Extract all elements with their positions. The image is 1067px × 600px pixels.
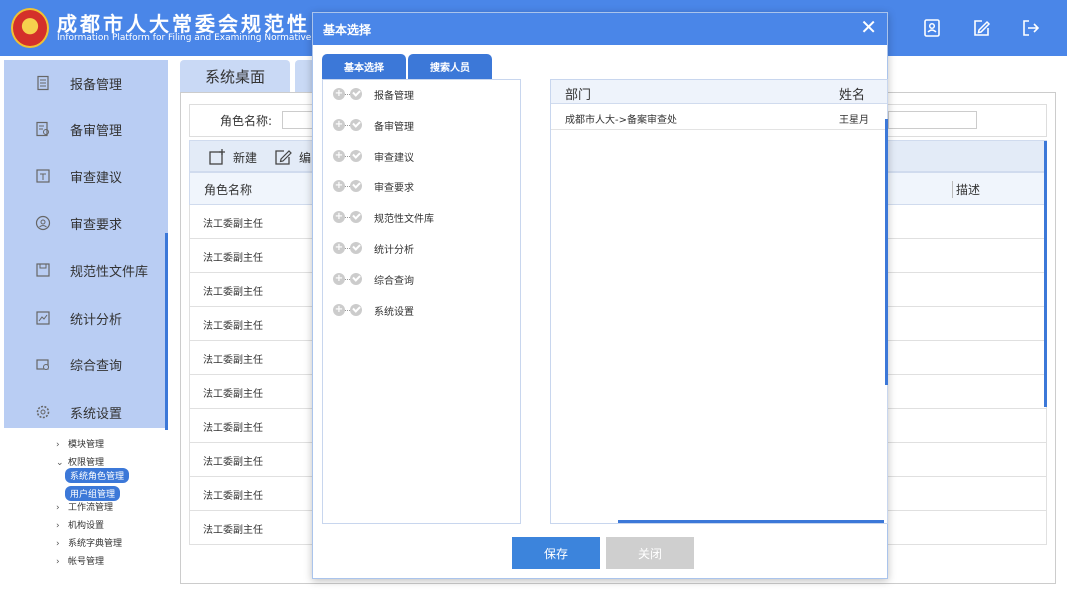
user-circle-icon [35,215,51,231]
sidebar-item-label: 综合查询 [70,358,123,374]
tree-node[interactable]: + 审查要求 [333,178,414,194]
permission-tree: + 报备管理 + 备审管理 + 审查建议 + 审查要求 + 规范性文件库 + 统计分析 + 综… [322,79,521,524]
column-header-name: 姓名 [839,88,866,103]
sidebar-item-query[interactable]: 综合查询 [4,341,168,387]
expand-icon: + [333,304,345,316]
sidebar-item-label: 备审管理 [70,123,123,139]
add-document-icon [209,149,225,165]
tree-node[interactable]: + 综合查询 [333,271,414,287]
expand-icon: + [333,273,345,285]
subnav-permission-manage[interactable]: ⌄ 权限管理 [56,455,104,468]
tab-search-people[interactable]: 搜索人员 [408,54,492,79]
dialog-title: 基本选择 [323,23,372,37]
sidebar: 报备管理 备审管理 审查建议 审查要求 规范性文件库 统计分析 综合查询 系统设… [4,60,168,428]
sidebar-item-label: 系统设置 [70,406,123,422]
expand-icon: + [333,242,345,254]
chevron-right-icon: › [56,521,60,531]
expand-icon: + [333,180,345,192]
settings-subnav: › 模块管理 ⌄ 权限管理 系统角色管理 用户组管理 › 工作流管理 › 机构设置 › 系… [0,430,168,585]
chevron-right-icon: › [56,440,60,450]
logout-icon[interactable] [1020,17,1042,39]
sidebar-item-label: 审查要求 [70,217,123,233]
gear-icon [36,405,50,419]
subnav-dictionary-manage[interactable]: › 系统字典管理 [56,536,122,549]
close-icon[interactable]: ✕ [860,17,877,37]
tree-node[interactable]: + 报备管理 [333,86,414,102]
sidebar-item-label: 审查建议 [70,170,123,186]
subnav-user-group-manage[interactable]: 用户组管理 [65,486,121,501]
role-name-label: 角色名称: [220,114,273,128]
list-item-dept: 成都市人大->备案审查处 [565,115,677,126]
list-scrollbar-vertical[interactable] [885,119,888,385]
search-input-right[interactable] [888,111,977,129]
dialog-header: 基本选择 ✕ [313,13,887,45]
close-button[interactable]: 关闭 [606,537,694,569]
chevron-right-icon: › [56,539,60,549]
sidebar-item-statistics[interactable]: 统计分析 [4,295,168,341]
chevron-right-icon: › [56,557,60,567]
chevron-down-icon: ⌄ [56,458,64,468]
query-icon [36,359,49,370]
check-icon [350,88,362,100]
sidebar-item-filing[interactable]: 报备管理 [4,60,168,106]
chevron-right-icon: › [56,503,60,513]
sidebar-item-label: 统计分析 [70,312,123,328]
expand-icon: + [333,211,345,223]
list-item[interactable]: 成都市人大->备案审查处 王星月 [551,104,887,130]
sidebar-item-suggestion[interactable]: 审查建议 [4,153,168,199]
tab-basic-select[interactable]: 基本选择 [322,54,406,79]
document-icon [37,75,49,91]
review-icon [36,121,49,137]
sidebar-item-review[interactable]: 备审管理 [4,106,168,152]
check-icon [350,180,362,192]
expand-icon: + [333,150,345,162]
tree-node[interactable]: + 规范性文件库 [333,209,434,225]
new-button[interactable]: 新建 [208,148,257,166]
contact-card-icon[interactable] [921,17,943,39]
list-scrollbar-horizontal[interactable] [618,520,884,523]
national-emblem-logo [11,8,49,48]
check-icon [350,304,362,316]
table-scrollbar[interactable] [1044,141,1047,407]
save-icon [36,263,50,277]
sidebar-item-requirement[interactable]: 审查要求 [4,200,168,246]
suggestion-icon [36,169,50,183]
check-icon [350,242,362,254]
check-icon [350,211,362,223]
check-icon [350,273,362,285]
tree-node[interactable]: + 系统设置 [333,302,414,318]
tree-node[interactable]: + 统计分析 [333,240,414,256]
check-icon [350,119,362,131]
subnav-module-manage[interactable]: › 模块管理 [56,437,104,450]
column-header-desc[interactable]: 描述 [952,181,980,198]
selection-dialog: 基本选择 ✕ 基本选择 搜索人员 + 报备管理 + 备审管理 + 审查建议 + 审查要求… [312,12,888,579]
edit-icon[interactable] [970,17,992,39]
list-header: 部门 姓名 [551,80,887,104]
edit-icon [275,150,292,165]
check-icon [350,150,362,162]
sidebar-item-settings[interactable]: 系统设置 [4,389,168,435]
sidebar-item-label: 报备管理 [70,77,123,93]
selected-people-list: 部门 姓名 成都市人大->备案审查处 王星月 [550,79,888,524]
column-header-role[interactable]: 角色名称 [204,181,252,198]
column-header-dept: 部门 [565,88,592,103]
list-item-name: 王星月 [839,115,869,126]
edit-button[interactable]: 编 [274,148,311,166]
sidebar-item-label: 规范性文件库 [70,264,149,280]
expand-icon: + [333,88,345,100]
subnav-workflow-manage[interactable]: › 工作流管理 [56,500,113,513]
expand-icon: + [333,119,345,131]
tab-system-desktop[interactable]: 系统桌面 [180,60,290,92]
subnav-org-settings[interactable]: › 机构设置 [56,518,104,531]
tree-node[interactable]: + 审查建议 [333,148,414,164]
sidebar-item-library[interactable]: 规范性文件库 [4,247,168,293]
subnav-account-manage[interactable]: › 帐号管理 [56,554,104,567]
save-button[interactable]: 保存 [512,537,600,569]
subnav-system-role-manage[interactable]: 系统角色管理 [65,468,130,483]
tree-node[interactable]: + 备审管理 [333,117,414,133]
chart-icon [36,311,50,325]
